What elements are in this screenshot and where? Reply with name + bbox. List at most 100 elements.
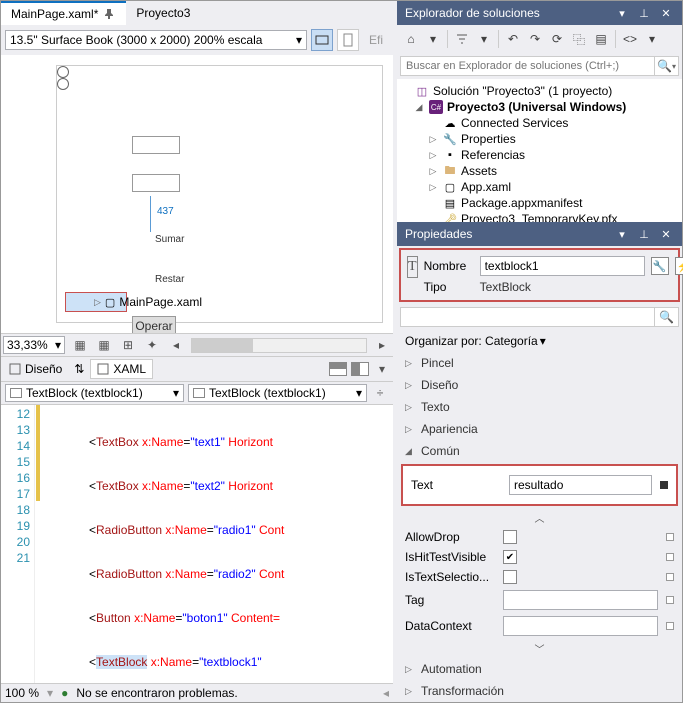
expander-icon[interactable]: ▷ xyxy=(427,134,439,145)
expander-icon: ▷ xyxy=(405,380,415,391)
value-marker-icon[interactable] xyxy=(666,622,674,630)
category-automation[interactable]: ▷Automation xyxy=(397,658,682,680)
expander-icon[interactable]: ▷ xyxy=(427,182,439,193)
category-apariencia[interactable]: ▷Apariencia xyxy=(397,418,682,440)
tree-item[interactable]: ▷▢App.xaml xyxy=(399,179,680,195)
datacontext-input[interactable] xyxy=(503,616,658,636)
swap-icon[interactable]: ⇅ xyxy=(72,362,86,376)
scroll-left-icon[interactable]: ◂ xyxy=(383,686,389,700)
wrench-icon[interactable]: 🔧 xyxy=(651,257,669,275)
grid-icon-2[interactable]: ▦ xyxy=(95,336,113,354)
tag-input[interactable] xyxy=(503,590,658,610)
value-marker-icon[interactable] xyxy=(666,553,674,561)
solution-search-input[interactable] xyxy=(400,56,655,76)
text-input[interactable] xyxy=(509,475,652,495)
textbox-1[interactable] xyxy=(132,136,180,154)
tree-item[interactable]: ☁Connected Services xyxy=(399,115,680,131)
orientation-portrait-button[interactable] xyxy=(337,29,359,51)
refresh-icon[interactable]: ⟳ xyxy=(547,29,567,49)
snap-icon[interactable]: ⊞ xyxy=(119,336,137,354)
show-all-icon[interactable]: ⿻ xyxy=(569,29,589,49)
close-icon[interactable]: ✕ xyxy=(658,5,674,21)
value-marker-icon[interactable] xyxy=(666,533,674,541)
tree-item[interactable]: ▤Package.appxmanifest xyxy=(399,195,680,211)
organize-by[interactable]: Organizar por: Categoría ▾ xyxy=(397,330,682,352)
forward-icon[interactable]: ↷ xyxy=(525,29,545,49)
design-canvas[interactable]: 437 Sumar Restar Operar resultado xyxy=(56,65,383,323)
property-filter-input[interactable] xyxy=(400,307,655,327)
dropdown-icon[interactable]: ▾ xyxy=(642,29,662,49)
device-combo[interactable]: 13.5" Surface Book (3000 x 2000) 200% es… xyxy=(5,30,307,50)
scroll-right-icon[interactable]: ▸ xyxy=(373,336,391,354)
solution-tree[interactable]: ◫ Solución "Proyecto3" (1 proyecto) ◢ C#… xyxy=(397,79,682,222)
tab-mainpage[interactable]: MainPage.xaml* xyxy=(1,1,126,25)
expander-icon[interactable]: ◢ xyxy=(413,102,425,113)
solution-node[interactable]: ◫ Solución "Proyecto3" (1 proyecto) xyxy=(399,83,680,99)
textbox-2[interactable] xyxy=(132,174,180,192)
pin-icon[interactable]: ⊥ xyxy=(636,226,652,242)
name-input[interactable] xyxy=(480,256,645,276)
wrench-icon: 🔧 xyxy=(443,132,457,146)
more-icon[interactable]: ÷ xyxy=(371,384,389,402)
grid-icon[interactable]: ▦ xyxy=(71,336,89,354)
h-scrollbar[interactable] xyxy=(191,338,367,353)
pin-icon[interactable] xyxy=(102,7,116,21)
back-icon[interactable]: ↶ xyxy=(503,29,523,49)
home-icon[interactable]: ⌂ xyxy=(401,29,421,49)
split-h-icon[interactable] xyxy=(329,362,347,376)
button-operar[interactable]: Operar xyxy=(132,316,176,333)
value-marker-icon[interactable] xyxy=(660,481,668,489)
value-marker-icon[interactable] xyxy=(666,573,674,581)
istextsel-checkbox[interactable] xyxy=(503,570,517,584)
expand-more-icon[interactable]: ﹀ xyxy=(397,639,682,658)
dropdown-icon[interactable]: ▾ xyxy=(614,5,630,21)
category-comun[interactable]: ◢Común xyxy=(397,440,682,462)
element-path[interactable]: TextBlock (textblock1)▾ xyxy=(5,384,184,402)
category-diseno[interactable]: ▷Diseño xyxy=(397,374,682,396)
element-path-2[interactable]: TextBlock (textblock1)▾ xyxy=(188,384,367,402)
code-content[interactable]: <TextBox x:Name="text1" Horizont <TextBo… xyxy=(41,405,393,683)
project-node[interactable]: ◢ C# Proyecto3 (Universal Windows) xyxy=(399,99,680,115)
dropdown-icon[interactable]: ▾ xyxy=(423,29,443,49)
dropdown-icon[interactable]: ▾ xyxy=(614,226,630,242)
view-xaml[interactable]: XAML xyxy=(90,359,153,379)
expander-icon[interactable]: ▷ xyxy=(427,150,439,161)
search-icon[interactable]: 🔍▾ xyxy=(655,56,679,76)
radio-sumar[interactable] xyxy=(57,66,69,78)
effects-icon[interactable]: ✦ xyxy=(143,336,161,354)
pin-icon[interactable]: ⊥ xyxy=(636,5,652,21)
orientation-landscape-button[interactable] xyxy=(311,29,333,51)
allowdrop-checkbox[interactable] xyxy=(503,530,517,544)
collapse-icon[interactable]: ▾ xyxy=(373,360,391,378)
close-icon[interactable]: ✕ xyxy=(658,226,674,242)
scroll-left-icon[interactable]: ◂ xyxy=(167,336,185,354)
tree-item[interactable]: ▷▪Referencias xyxy=(399,147,680,163)
tree-item[interactable]: ▷🖿Assets xyxy=(399,163,680,179)
panel-title: Propiedades xyxy=(405,227,472,241)
category-texto[interactable]: ▷Texto xyxy=(397,396,682,418)
dropdown-icon[interactable]: ▾ xyxy=(474,29,494,49)
designer-surface[interactable]: 437 Sumar Restar Operar resultado 109 xyxy=(1,55,393,333)
properties-icon[interactable]: ▤ xyxy=(591,29,611,49)
split-v-icon[interactable] xyxy=(351,362,369,376)
events-icon[interactable]: ⚡ xyxy=(675,257,683,275)
zoom-combo[interactable]: 33,33%▾ xyxy=(3,336,65,354)
expander-icon[interactable]: ▷ xyxy=(427,166,439,177)
view-design[interactable]: Diseño xyxy=(3,360,68,378)
category-transformacion[interactable]: ▷Transformación xyxy=(397,680,682,702)
search-icon[interactable]: 🔍 xyxy=(655,307,679,327)
expand-less-icon[interactable]: ︿ xyxy=(397,508,682,527)
ishittest-checkbox[interactable]: ✔ xyxy=(503,550,517,564)
zoom-value[interactable]: 100 % xyxy=(5,686,39,700)
collapse-icon[interactable] xyxy=(452,29,472,49)
xaml-icon xyxy=(97,363,109,375)
radio-restar[interactable] xyxy=(57,78,69,90)
code-editor[interactable]: 12131415161718192021 <TextBox x:Name="te… xyxy=(1,404,393,683)
tree-item[interactable]: ▷🔧Properties xyxy=(399,131,680,147)
tree-item[interactable]: 🗝Proyecto3_TemporaryKey.pfx xyxy=(399,211,680,222)
value-marker-icon[interactable] xyxy=(666,596,674,604)
tab-project[interactable]: Proyecto3 xyxy=(126,1,200,25)
category-pincel[interactable]: ▷Pincel xyxy=(397,352,682,374)
view-code-icon[interactable]: <> xyxy=(620,29,640,49)
properties-header: Propiedades ▾ ⊥ ✕ xyxy=(397,222,682,246)
